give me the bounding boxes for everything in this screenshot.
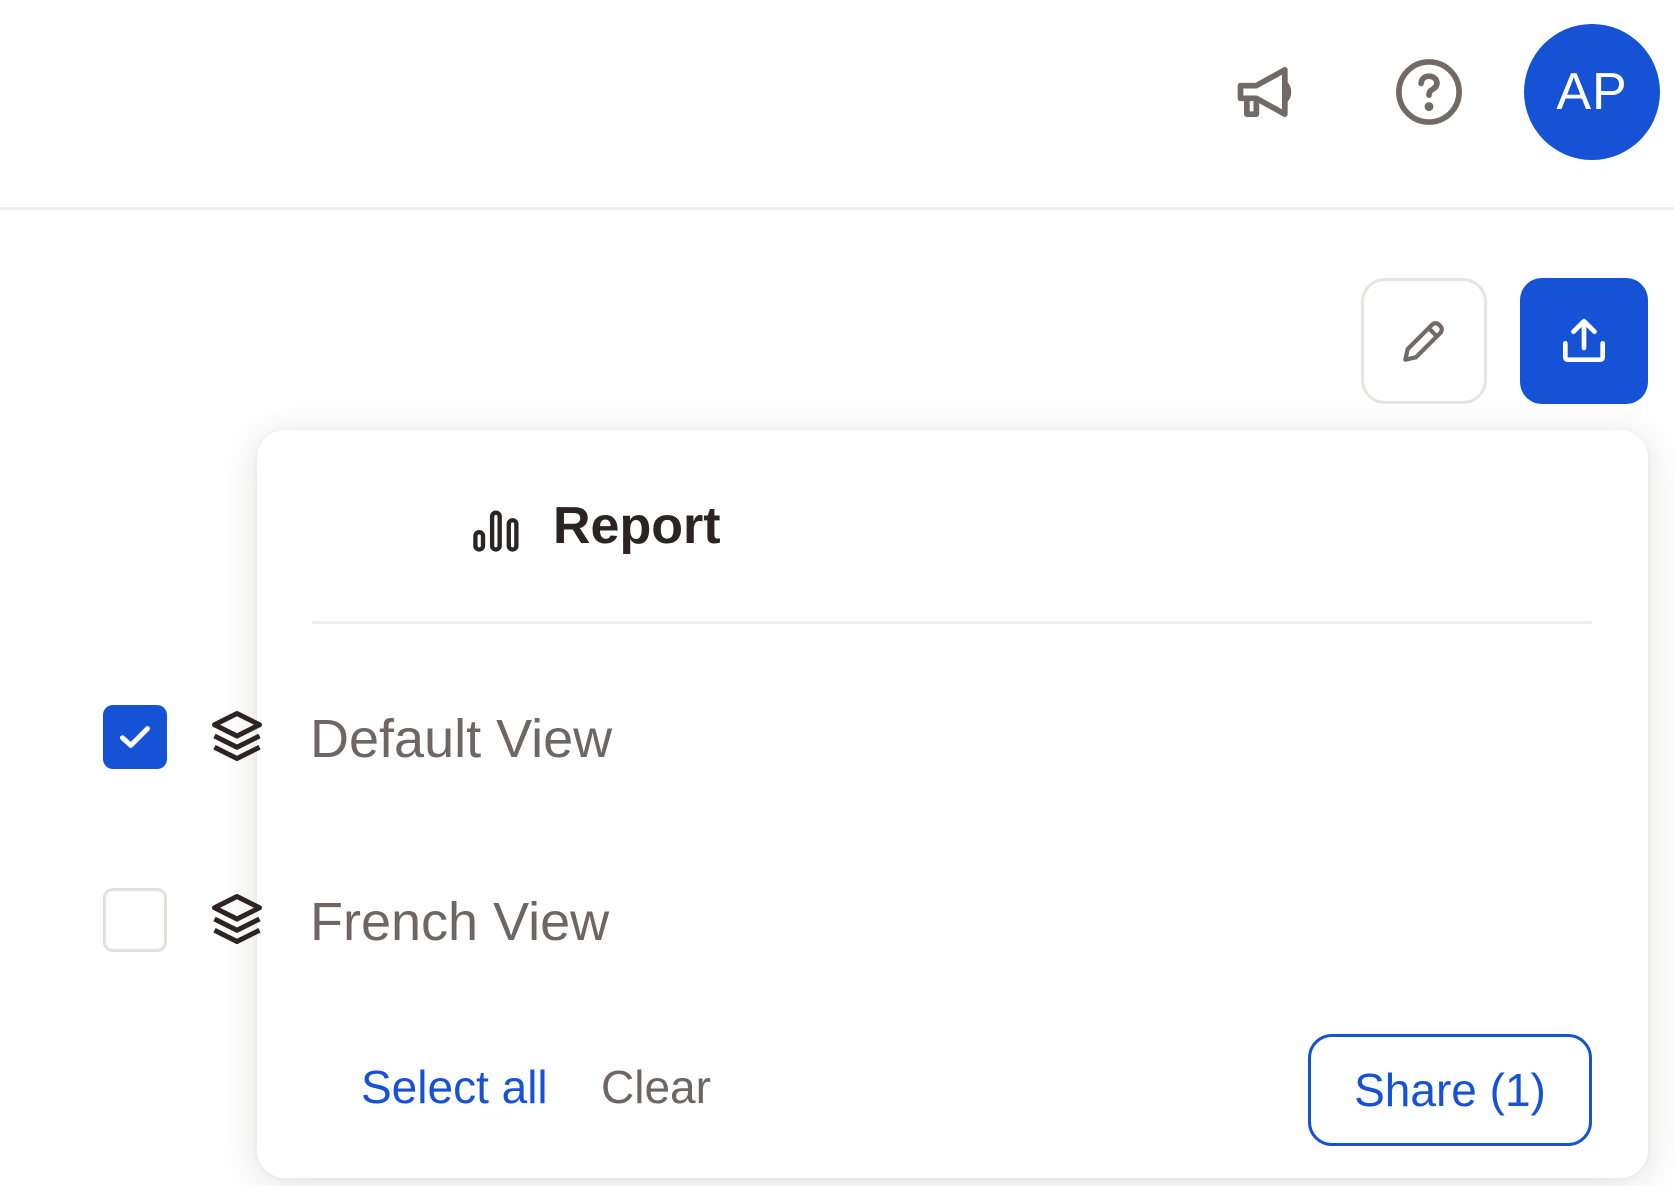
- pencil-icon: [1403, 321, 1444, 362]
- announcements-button[interactable]: [1225, 48, 1313, 136]
- clear-link[interactable]: Clear: [601, 1060, 711, 1114]
- bar-chart-icon: [473, 510, 519, 552]
- layers-icon: [212, 711, 262, 761]
- megaphone-icon: [1237, 66, 1292, 118]
- help-button[interactable]: [1385, 48, 1473, 136]
- popover-title: Report: [553, 497, 721, 555]
- layers-icon: [212, 894, 262, 944]
- view-checkbox-french[interactable]: [103, 888, 167, 952]
- divider: [312, 621, 1592, 624]
- view-row-french[interactable]: French View: [0, 871, 1674, 971]
- edit-button[interactable]: [1361, 278, 1487, 404]
- help-circle-icon: [1396, 59, 1462, 125]
- select-all-link[interactable]: Select all: [361, 1060, 548, 1114]
- user-avatar[interactable]: AP: [1524, 24, 1660, 160]
- view-label-default: Default View: [310, 709, 613, 769]
- view-checkbox-default[interactable]: [103, 705, 167, 769]
- top-header-bar: AP: [0, 0, 1674, 210]
- share-button[interactable]: Share (1): [1308, 1034, 1592, 1146]
- checkmark-icon: [120, 726, 150, 748]
- upload-share-icon: [1563, 318, 1605, 362]
- view-row-default[interactable]: Default View: [0, 688, 1674, 788]
- view-label-french: French View: [310, 892, 610, 952]
- share-export-button[interactable]: [1520, 278, 1648, 404]
- popover-header: Report: [257, 430, 1648, 624]
